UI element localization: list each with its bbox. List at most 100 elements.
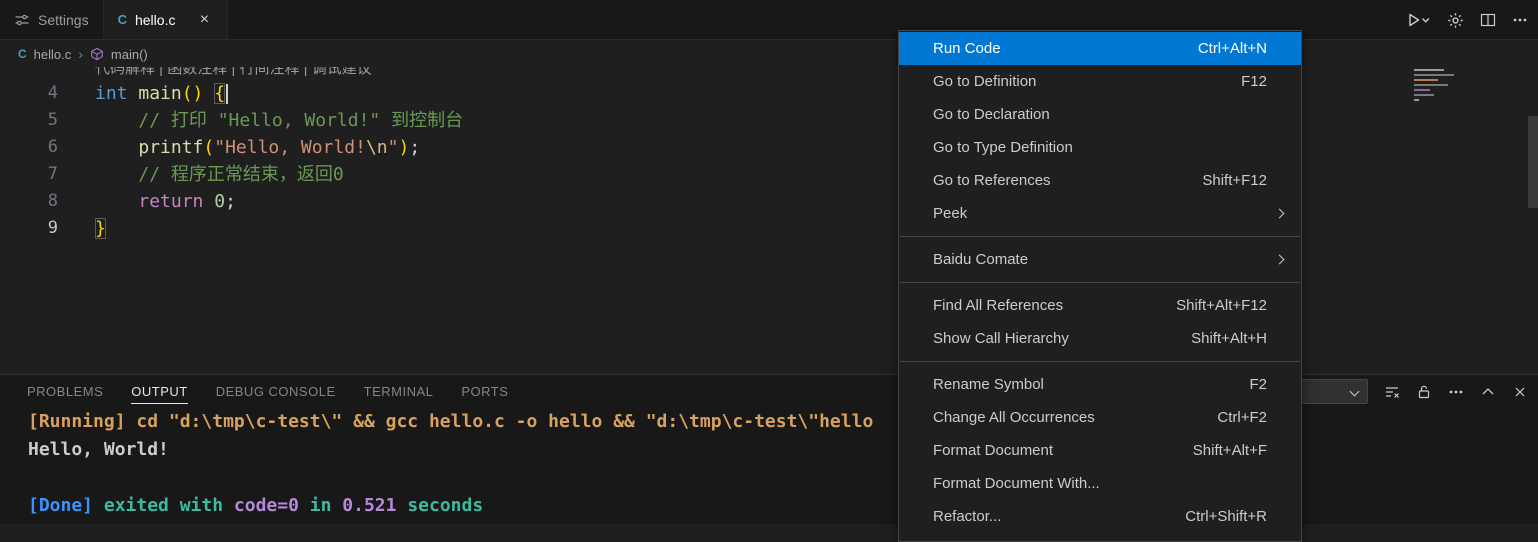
panel-header: PROBLEMS OUTPUT DEBUG CONSOLE TERMINAL PORTS bbox=[0, 375, 1538, 408]
menu-item-label: Change All Occurrences bbox=[933, 409, 1095, 426]
minimap-line bbox=[1414, 74, 1454, 76]
menu-item-shortcut: Shift+F12 bbox=[1202, 172, 1267, 189]
menu-item-go-to-definition[interactable]: Go to Definition F12 bbox=[899, 65, 1301, 98]
menu-item-show-call-hierarchy[interactable]: Show Call Hierarchy Shift+Alt+H bbox=[899, 322, 1301, 355]
code-line[interactable]: 8 return 0; bbox=[0, 188, 463, 215]
panel-tab-problems[interactable]: PROBLEMS bbox=[27, 379, 103, 404]
clear-output-icon[interactable] bbox=[1384, 384, 1400, 400]
editor-actions bbox=[1406, 0, 1528, 40]
output-line: [Done] exited with code=0 in 0.521 secon… bbox=[28, 492, 873, 520]
menu-item-label: Baidu Comate bbox=[933, 251, 1028, 268]
code-line[interactable]: 4int main() { bbox=[0, 80, 463, 107]
chevron-right-icon: › bbox=[78, 46, 83, 62]
code-line[interactable]: 9} bbox=[0, 215, 463, 242]
minimap-line bbox=[1414, 69, 1444, 71]
menu-item-run-code[interactable]: Run Code Ctrl+Alt+N bbox=[899, 32, 1301, 65]
menu-item-find-all-references[interactable]: Find All References Shift+Alt+F12 bbox=[899, 289, 1301, 322]
tab-settings[interactable]: Settings bbox=[0, 0, 104, 39]
editor-scrollbar-thumb[interactable] bbox=[1528, 116, 1538, 208]
menu-item-go-to-declaration[interactable]: Go to Declaration bbox=[899, 98, 1301, 131]
output-line: Hello, World! bbox=[28, 436, 873, 464]
tab-label: Settings bbox=[38, 12, 89, 28]
unlock-icon[interactable] bbox=[1416, 384, 1432, 400]
menu-item-label: Rename Symbol bbox=[933, 376, 1044, 393]
menu-item-shortcut: Ctrl+Alt+N bbox=[1198, 40, 1267, 57]
minimap-line bbox=[1414, 99, 1419, 101]
code-text: // 打印 "Hello, World!" 到控制台 bbox=[58, 107, 463, 134]
output-line bbox=[28, 464, 873, 492]
settings-sliders-icon bbox=[14, 12, 30, 28]
menu-item-label: Go to Declaration bbox=[933, 106, 1050, 123]
more-actions-icon[interactable] bbox=[1448, 384, 1464, 400]
panel-tab-debug-console[interactable]: DEBUG CONSOLE bbox=[216, 379, 336, 404]
minimap-line bbox=[1414, 89, 1430, 91]
vscode-window: { "titlebar": { "tabs": [ {"label": "Set… bbox=[0, 0, 1538, 524]
code-text: printf("Hello, World!\n"); bbox=[58, 134, 420, 161]
menu-item-format-document[interactable]: Format DocumentShift+Alt+F bbox=[899, 434, 1301, 467]
menu-item-label: Go to References bbox=[933, 172, 1051, 189]
panel-tab-ports[interactable]: PORTS bbox=[461, 379, 508, 404]
menu-item-shortcut: Shift+Alt+F12 bbox=[1176, 297, 1267, 314]
maximize-panel-icon[interactable] bbox=[1480, 384, 1496, 400]
code-line[interactable]: 6 printf("Hello, World!\n"); bbox=[0, 134, 463, 161]
tab-hello-c[interactable]: Chello.c× bbox=[104, 0, 229, 39]
code-line[interactable]: 5 // 打印 "Hello, World!" 到控制台 bbox=[0, 107, 463, 134]
minimap-line bbox=[1414, 94, 1434, 96]
breadcrumb-symbol[interactable]: main() bbox=[111, 47, 148, 62]
output-line: [Running] cd "d:\tmp\c-test\" && gcc hel… bbox=[28, 408, 873, 436]
close-icon[interactable]: × bbox=[195, 12, 213, 28]
breadcrumb: C hello.c › main() bbox=[0, 41, 1538, 67]
menu-separator bbox=[900, 282, 1300, 283]
symbol-method-icon bbox=[90, 47, 104, 61]
text-cursor bbox=[226, 84, 228, 104]
menu-item-go-to-type-definition[interactable]: Go to Type Definition bbox=[899, 131, 1301, 164]
menu-item-label: Show Call Hierarchy bbox=[933, 330, 1069, 347]
menu-item-format-document-with[interactable]: Format Document With... bbox=[899, 467, 1301, 500]
close-panel-icon[interactable] bbox=[1512, 384, 1528, 400]
gear-icon[interactable] bbox=[1447, 12, 1464, 29]
bottom-panel: PROBLEMS OUTPUT DEBUG CONSOLE TERMINAL PORTS… bbox=[0, 374, 1538, 524]
menu-item-shortcut: F2 bbox=[1249, 376, 1267, 393]
menu-item-shortcut: Shift+Alt+H bbox=[1191, 330, 1267, 347]
line-number: 4 bbox=[0, 80, 58, 107]
minimap[interactable] bbox=[1414, 69, 1526, 104]
run-icon[interactable] bbox=[1406, 12, 1431, 28]
menu-item-baidu-comate[interactable]: Baidu Comate bbox=[899, 243, 1301, 276]
code-line[interactable]: 7 // 程序正常结束，返回0 bbox=[0, 161, 463, 188]
menu-item-shortcut: Ctrl+Shift+R bbox=[1185, 508, 1267, 525]
editor-tab-bar: SettingsChello.c× bbox=[0, 0, 1538, 40]
panel-tab-terminal[interactable]: TERMINAL bbox=[364, 379, 434, 404]
line-number: 5 bbox=[0, 107, 58, 134]
output-content[interactable]: [Running] cd "d:\tmp\c-test\" && gcc hel… bbox=[28, 408, 873, 520]
minimap-line bbox=[1414, 84, 1448, 86]
menu-item-label: Refactor... bbox=[933, 508, 1001, 525]
panel-tabs: PROBLEMS OUTPUT DEBUG CONSOLE TERMINAL PORTS bbox=[27, 379, 508, 404]
menu-item-label: Format Document With... bbox=[933, 475, 1100, 492]
breadcrumb-file[interactable]: hello.c bbox=[34, 47, 72, 62]
menu-item-refactor[interactable]: Refactor... Ctrl+Shift+R bbox=[899, 500, 1301, 533]
line-number: 9 bbox=[0, 215, 58, 242]
menu-item-label: Go to Definition bbox=[933, 73, 1036, 90]
line-number: 7 bbox=[0, 161, 58, 188]
menu-separator bbox=[900, 361, 1300, 362]
menu-item-go-to-references[interactable]: Go to References Shift+F12 bbox=[899, 164, 1301, 197]
menu-item-label: Run Code bbox=[933, 40, 1001, 57]
code-text: int main() { bbox=[58, 80, 228, 107]
menu-item-peek[interactable]: Peek bbox=[899, 197, 1301, 230]
menu-item-label: Find All References bbox=[933, 297, 1063, 314]
menu-item-shortcut: F12 bbox=[1241, 73, 1267, 90]
menu-item-label: Peek bbox=[933, 205, 967, 222]
menu-separator bbox=[900, 236, 1300, 237]
tab-label: hello.c bbox=[135, 12, 175, 28]
code-editor[interactable]: 4int main() {5 // 打印 "Hello, World!" 到控制… bbox=[0, 80, 463, 242]
code-text: } bbox=[58, 215, 106, 242]
split-editor-icon[interactable] bbox=[1480, 12, 1496, 28]
menu-item-rename-symbol[interactable]: Rename Symbol F2 bbox=[899, 368, 1301, 401]
context-menu: Run CodeCtrl+Alt+NGo to DefinitionF12Go … bbox=[898, 30, 1302, 542]
more-actions-icon[interactable] bbox=[1512, 12, 1528, 28]
panel-tab-output[interactable]: OUTPUT bbox=[131, 379, 187, 404]
menu-item-change-all-occurrences[interactable]: Change All OccurrencesCtrl+F2 bbox=[899, 401, 1301, 434]
c-file-icon: C bbox=[18, 47, 27, 61]
menu-item-label: Go to Type Definition bbox=[933, 139, 1073, 156]
chevron-down-icon bbox=[1350, 386, 1360, 396]
